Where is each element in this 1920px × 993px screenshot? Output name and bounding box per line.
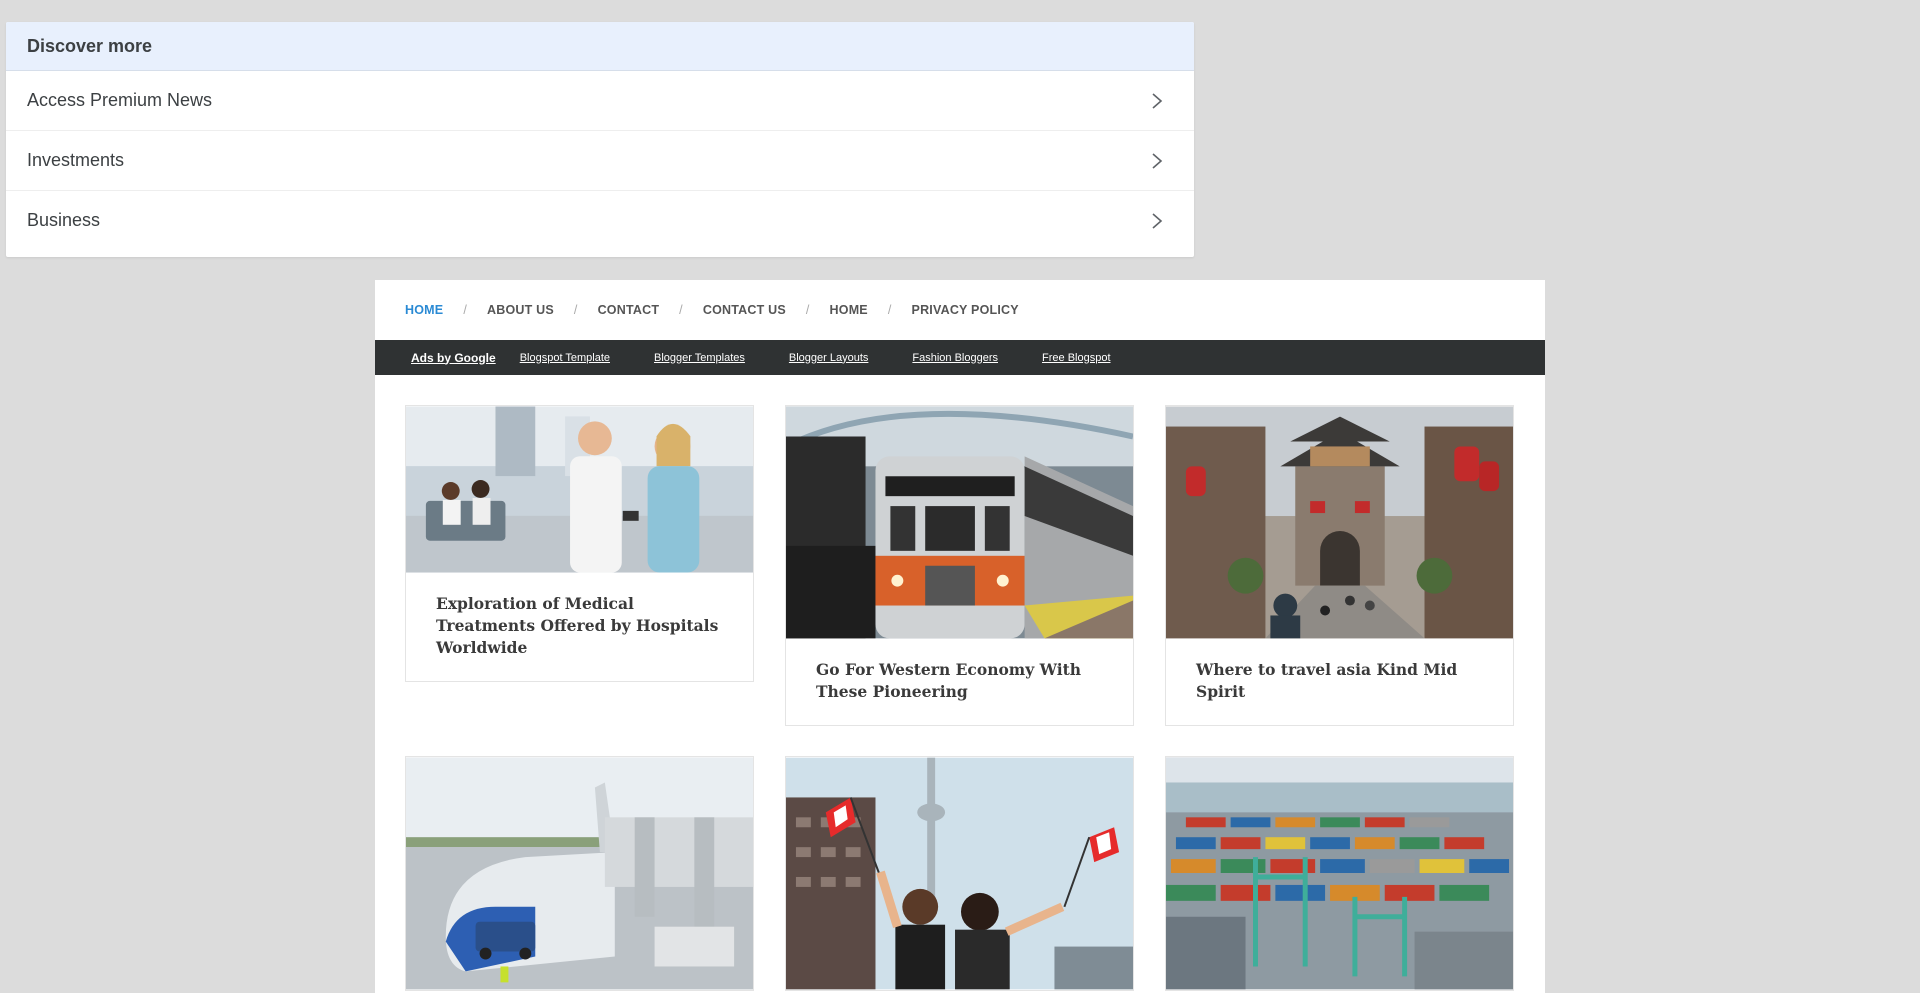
chevron-right-icon <box>1152 152 1163 169</box>
post-thumbnail-asian-old-town[interactable] <box>1166 406 1513 639</box>
ad-links-bar: Ads by Google Blogspot Template Blogger … <box>375 340 1545 375</box>
discover-item-label: Investments <box>27 150 125 170</box>
nav-contact-us[interactable]: CONTACT US <box>703 303 786 317</box>
post-card[interactable] <box>405 756 754 991</box>
discover-more-title: Discover more <box>6 22 1194 71</box>
discover-item-label: Business <box>27 210 101 230</box>
ad-link-fashion-bloggers[interactable]: Fashion Bloggers <box>912 352 998 364</box>
post-thumbnail-airplane-gate[interactable] <box>406 757 753 990</box>
nav-separator: / <box>573 303 578 317</box>
ads-by-google-label[interactable]: Ads by Google <box>411 351 496 365</box>
nav-separator: / <box>805 303 810 317</box>
post-card[interactable] <box>1165 756 1514 991</box>
post-thumbnail-airport-lounge[interactable] <box>406 406 753 573</box>
top-navigation: HOME / ABOUT US / CONTACT / CONTACT US /… <box>375 280 1545 340</box>
nav-home[interactable]: HOME <box>405 303 443 317</box>
nav-privacy-policy[interactable]: PRIVACY POLICY <box>912 303 1019 317</box>
nav-about-us[interactable]: ABOUT US <box>487 303 554 317</box>
nav-separator: / <box>463 303 467 317</box>
post-title[interactable]: Go For Western Economy With These Pionee… <box>786 639 1133 725</box>
discover-item-investments[interactable]: Investments <box>6 131 1194 191</box>
ad-link-blogger-layouts[interactable]: Blogger Layouts <box>789 352 869 364</box>
post-card[interactable]: Where to travel asia Kind Mid Spirit <box>1165 405 1514 726</box>
post-card[interactable]: Exploration of Medical Treatments Offere… <box>405 405 754 682</box>
post-card[interactable] <box>785 756 1134 991</box>
nav-home-2[interactable]: HOME <box>830 303 868 317</box>
chevron-right-icon <box>1152 92 1163 109</box>
post-title[interactable]: Where to travel asia Kind Mid Spirit <box>1166 639 1513 725</box>
post-title[interactable]: Exploration of Medical Treatments Offere… <box>406 573 753 681</box>
nav-separator: / <box>679 303 683 317</box>
ad-link-free-blogspot[interactable]: Free Blogspot <box>1042 352 1110 364</box>
discover-item-label: Access Premium News <box>27 90 213 110</box>
discover-more-panel: Discover more Access Premium News Invest… <box>6 22 1194 257</box>
post-thumbnail-container-port[interactable] <box>1166 757 1513 990</box>
ad-link-blogspot-template[interactable]: Blogspot Template <box>520 352 610 364</box>
post-thumbnail-subway-train[interactable] <box>786 406 1133 639</box>
chevron-right-icon <box>1152 212 1163 229</box>
nav-separator: / <box>887 303 892 317</box>
ad-link-blogger-templates[interactable]: Blogger Templates <box>654 352 745 364</box>
post-thumbnail-women-flags[interactable] <box>786 757 1133 990</box>
nav-contact[interactable]: CONTACT <box>598 303 660 317</box>
discover-item-business[interactable]: Business <box>6 191 1194 250</box>
blog-main: HOME / ABOUT US / CONTACT / CONTACT US /… <box>375 280 1545 993</box>
post-card[interactable]: Go For Western Economy With These Pionee… <box>785 405 1134 726</box>
discover-item-access-premium-news[interactable]: Access Premium News <box>6 71 1194 131</box>
